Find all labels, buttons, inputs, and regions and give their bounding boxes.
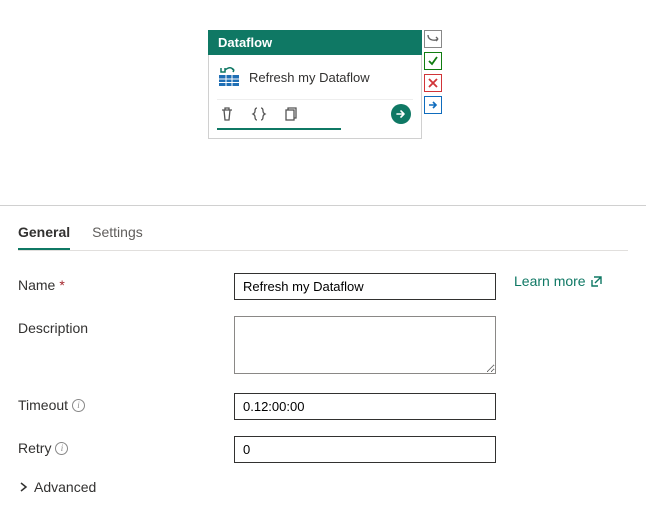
- tab-settings[interactable]: Settings: [92, 218, 143, 250]
- failure-handle-icon[interactable]: [424, 74, 442, 92]
- tab-general[interactable]: General: [18, 218, 70, 250]
- name-label: Name*: [18, 273, 234, 293]
- advanced-toggle[interactable]: Advanced: [18, 479, 628, 495]
- activity-status-handles: [424, 30, 442, 114]
- skip-handle-icon[interactable]: [424, 30, 442, 48]
- success-handle-icon[interactable]: [424, 52, 442, 70]
- info-icon[interactable]: i: [55, 442, 68, 455]
- timeout-label: Timeout i: [18, 393, 234, 413]
- retry-label: Retry i: [18, 436, 234, 456]
- dataflow-icon: [217, 65, 241, 89]
- activity-type-header: Dataflow: [208, 30, 422, 55]
- name-input[interactable]: [234, 273, 496, 300]
- retry-input[interactable]: [234, 436, 496, 463]
- description-input[interactable]: [234, 316, 496, 374]
- delete-icon[interactable]: [219, 106, 235, 122]
- copy-icon[interactable]: [283, 106, 299, 122]
- info-icon[interactable]: i: [72, 399, 85, 412]
- pipeline-canvas[interactable]: Dataflow Refresh my Dataflow: [0, 0, 646, 205]
- external-link-icon: [590, 275, 603, 288]
- tab-row: General Settings: [18, 218, 628, 251]
- activity-name-label: Refresh my Dataflow: [249, 70, 370, 85]
- code-braces-icon[interactable]: [251, 106, 267, 122]
- activity-card-dataflow[interactable]: Dataflow Refresh my Dataflow: [208, 30, 422, 139]
- description-label: Description: [18, 316, 234, 336]
- timeout-input[interactable]: [234, 393, 496, 420]
- properties-panel: General Settings Name* Learn more Descri…: [0, 206, 646, 513]
- chevron-right-icon: [18, 482, 28, 492]
- completion-handle-icon[interactable]: [424, 96, 442, 114]
- run-arrow-icon[interactable]: [391, 104, 411, 124]
- learn-more-link[interactable]: Learn more: [514, 273, 603, 289]
